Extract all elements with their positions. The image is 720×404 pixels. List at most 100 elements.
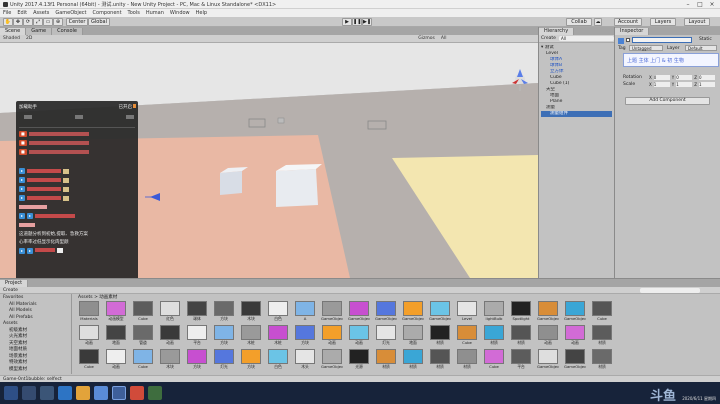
asset-tile[interactable]: Spotlight [510, 301, 532, 321]
asset-tile[interactable]: Cube [78, 349, 100, 369]
asset-tile[interactable]: GameObject [375, 301, 397, 321]
search-icon[interactable] [22, 386, 36, 400]
asset-tile[interactable]: 白色 [267, 301, 289, 321]
asset-tile[interactable]: GameObject [348, 301, 370, 321]
asset-tile[interactable]: 木头 [294, 349, 316, 369]
browser-icon[interactable] [58, 386, 72, 400]
rotation-z-field[interactable]: 0 [698, 75, 715, 80]
asset-tile[interactable]: lightBulb [483, 301, 505, 321]
tree-item[interactable]: 模型素材 [3, 367, 68, 374]
unity-taskbar-icon[interactable] [112, 386, 126, 400]
active-checkbox[interactable] [626, 38, 630, 42]
asset-tile[interactable]: 材质 [591, 349, 613, 369]
asset-tile[interactable]: GameObject [537, 349, 559, 369]
menu-component[interactable]: Component [93, 10, 122, 16]
asset-tile[interactable]: GameObject [537, 301, 559, 321]
overlay-row[interactable]: ▸ [19, 167, 70, 175]
hierarchy-search-input[interactable]: All [558, 36, 614, 41]
tab-inspector[interactable]: Inspector [615, 28, 650, 35]
menu-gameobject[interactable]: GameObject [55, 10, 86, 16]
overlay-action-button[interactable]: ▸ [19, 248, 26, 254]
asset-tile[interactable]: Cube [132, 349, 154, 369]
static-toggle[interactable]: Static [699, 37, 712, 42]
windows-start-icon[interactable] [4, 386, 18, 400]
asset-tile[interactable]: 材质 [402, 349, 424, 369]
app-icon[interactable] [148, 386, 162, 400]
menu-tools[interactable]: Tools [128, 10, 140, 16]
tab-project[interactable]: Project [0, 280, 29, 287]
menu-edit[interactable]: Edit [17, 10, 27, 16]
asset-tile[interactable]: A [294, 301, 316, 321]
asset-tile[interactable]: 平台 [510, 349, 532, 369]
small-cube[interactable] [220, 171, 242, 195]
asset-tile[interactable]: 材质 [375, 349, 397, 369]
asset-tile[interactable]: 动画 [537, 325, 559, 345]
asset-tile[interactable]: 方块 [213, 301, 235, 321]
pause-button[interactable]: ❚❚ [352, 18, 362, 26]
asset-tile[interactable]: 光源 [348, 349, 370, 369]
collab-dropdown[interactable]: Collab [566, 18, 592, 26]
asset-tile[interactable]: 动画 [564, 325, 586, 345]
menu-assets[interactable]: Assets [33, 10, 49, 16]
asset-tile[interactable]: GameObject [564, 349, 586, 369]
gizmos-dropdown[interactable]: Gizmos [418, 36, 435, 41]
asset-tile[interactable]: 材质 [510, 325, 532, 345]
rotation-x-field[interactable]: 0 [653, 75, 670, 80]
menu-human[interactable]: Human [146, 10, 164, 16]
rotation-y-field[interactable]: 0 [676, 75, 693, 80]
asset-tile[interactable]: 地面 [402, 325, 424, 345]
move-tool-button[interactable]: ✥ [13, 18, 23, 26]
menu-file[interactable]: File [3, 10, 11, 16]
asset-tile[interactable]: 木桩 [240, 325, 262, 345]
rotate-tool-button[interactable]: ⟳ [23, 18, 33, 26]
hierarchy-item-selected[interactable]: 测量组件 [541, 111, 612, 117]
rect-tool-button[interactable]: ▭ [43, 18, 53, 26]
overlay-row[interactable]: ▸ [19, 176, 70, 184]
scene-viewport[interactable]: 加载助手 已开启 ■ ■ ■ ▸ ▸ ▸ ▸ ▸ ▸ 这道题分析到初始,提取、急救… [0, 43, 538, 278]
overlay-row[interactable]: ▸ [19, 185, 70, 193]
play-button[interactable]: ▶ [342, 18, 352, 26]
layer-dropdown[interactable]: Default [685, 45, 717, 51]
tab-console[interactable]: Console [52, 28, 83, 35]
overlay-row[interactable]: ▸ ▸ [19, 212, 76, 220]
minimize-button[interactable]: – [682, 0, 694, 9]
asset-tile[interactable]: GameObject [321, 349, 343, 369]
menu-window[interactable]: Window [170, 10, 190, 16]
asset-tile[interactable]: 木桩 [267, 325, 289, 345]
asset-tile[interactable]: Cube [132, 301, 154, 321]
tab-game[interactable]: Game [26, 28, 53, 35]
scale-x-field[interactable]: 1 [653, 82, 670, 87]
create-dropdown[interactable]: Create [541, 36, 556, 41]
object-name-input[interactable] [632, 37, 692, 43]
scale-z-field[interactable]: 1 [698, 82, 715, 87]
layers-dropdown[interactable]: Layers [650, 18, 676, 26]
asset-tile[interactable]: 材质 [456, 349, 478, 369]
asset-tile[interactable]: 动画 [78, 325, 100, 345]
overlay-row[interactable] [19, 203, 47, 211]
cloud-icon[interactable]: ☁ [594, 18, 602, 26]
overlay-row[interactable]: ■ [19, 130, 89, 138]
scene-search[interactable]: All [441, 36, 447, 41]
helper-overlay[interactable]: 加载助手 已开启 ■ ■ ■ ▸ ▸ ▸ ▸ ▸ ▸ 这道题分析到初始,提取、急救… [16, 101, 138, 278]
tag-dropdown[interactable]: Untagged [629, 45, 663, 51]
step-button[interactable]: ▶❚ [362, 18, 372, 26]
add-component-button[interactable]: Add Component [625, 97, 710, 105]
asset-tile[interactable]: GameObject [402, 301, 424, 321]
project-breadcrumb[interactable]: Assets > 动画素材 [78, 294, 117, 300]
clock-date[interactable]: 2020/6/11 星期四 [682, 396, 716, 402]
hand-tool-button[interactable]: ✋ [3, 18, 13, 26]
transform-tool-button[interactable]: ⊕ [53, 18, 63, 26]
menu-help[interactable]: Help [196, 10, 207, 16]
2d-toggle[interactable]: 2D [26, 36, 32, 41]
asset-tile[interactable]: 红色 [159, 301, 181, 321]
overlay-row[interactable]: ▸ [19, 194, 70, 202]
overlay-action-button[interactable]: ▸ [27, 248, 34, 254]
project-search-input[interactable] [640, 287, 700, 293]
maximize-button[interactable]: □ [694, 0, 706, 9]
close-button[interactable]: × [706, 0, 718, 9]
asset-tile[interactable]: 木块 [159, 349, 181, 369]
pivot-rotation-toggle[interactable]: Global [88, 18, 110, 26]
asset-tile[interactable]: 方块 [240, 349, 262, 369]
pivot-center-toggle[interactable]: Center [66, 18, 88, 26]
file-explorer-icon[interactable] [76, 386, 90, 400]
